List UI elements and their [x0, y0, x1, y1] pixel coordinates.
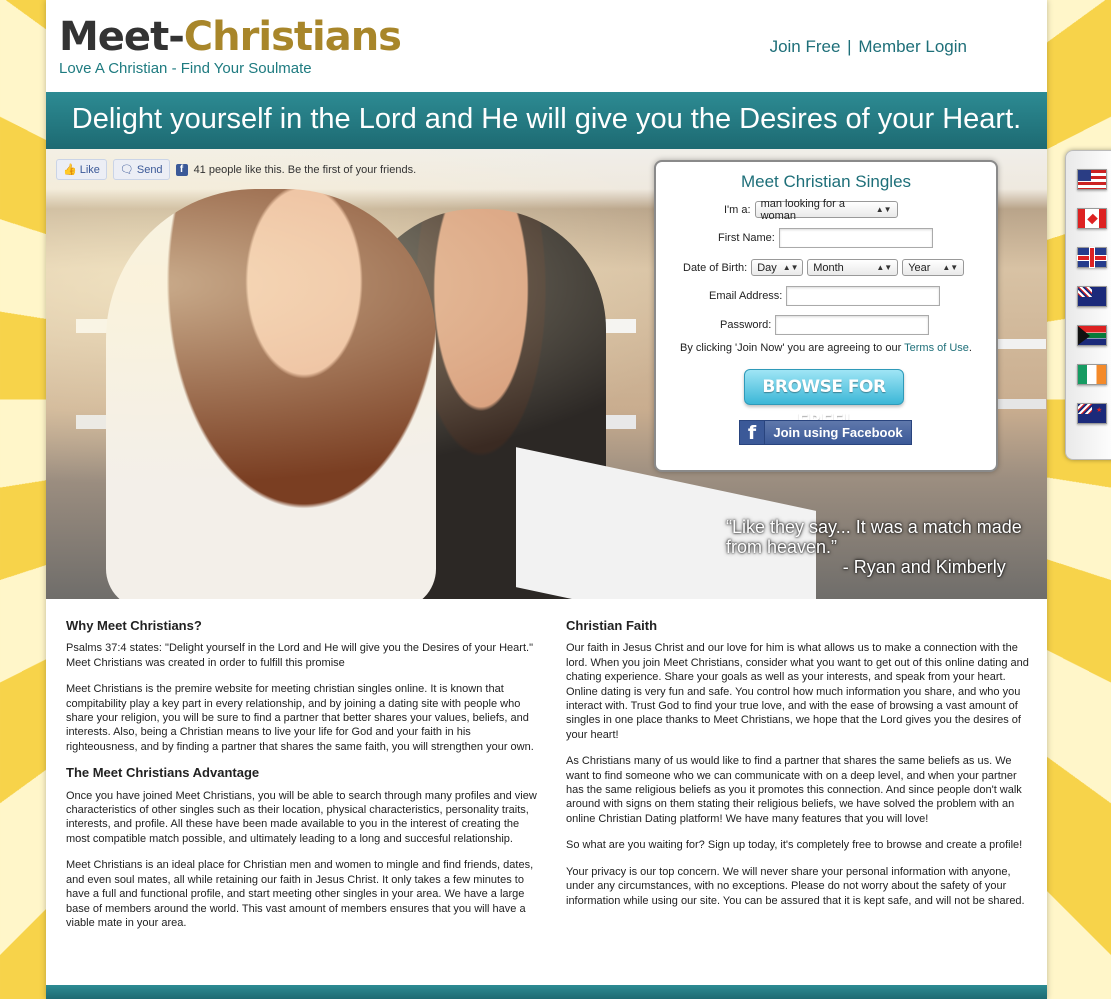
- password-row: Password:: [720, 315, 930, 335]
- terms-notice: By clicking 'Join Now' you are agreeing …: [656, 342, 996, 354]
- terms-of-use-link[interactable]: Terms of Use: [904, 342, 969, 354]
- first-name-label: First Name:: [718, 232, 775, 244]
- day-select[interactable]: Day ▲▼: [751, 259, 804, 276]
- quote-author: - Ryan and Kimberly: [842, 557, 1006, 577]
- footer-bar: [46, 985, 1047, 999]
- gender-select-value: man looking for a woman: [760, 197, 845, 222]
- email-row: Email Address:: [709, 286, 941, 306]
- thumbs-up-icon: 👍: [63, 164, 77, 176]
- select-arrow-icon: ▲▼: [876, 263, 893, 272]
- south-africa-flag-icon[interactable]: [1077, 325, 1107, 346]
- facebook-like-bar: 👍 Like 🗨 Send f 41 people like this. Be …: [56, 159, 416, 180]
- gender-select[interactable]: man looking for a woman ▲▼: [754, 198, 898, 222]
- day-select-value: Day: [757, 261, 777, 274]
- like-count-text: 41 people like this. Be the first of you…: [193, 163, 417, 176]
- content-section: Why Meet Christians? Psalms 37:4 states:…: [46, 599, 1047, 985]
- signup-form: Meet Christian Singles I'm a: man lookin…: [654, 160, 998, 472]
- faith-heading: Christian Faith: [566, 618, 658, 633]
- select-arrow-icon: ▲▼: [942, 263, 959, 272]
- advantage-paragraph-2: Meet Christians is an ideal place for Ch…: [66, 859, 534, 929]
- faith-paragraph-2: As Christians many of us would like to f…: [566, 755, 1022, 825]
- new-zealand-flag-icon[interactable]: [1077, 403, 1107, 424]
- first-name-input[interactable]: [778, 228, 933, 248]
- select-arrow-icon: ▲▼: [875, 205, 892, 214]
- dob-label: Date of Birth:: [683, 261, 748, 274]
- australia-flag-icon[interactable]: [1077, 286, 1107, 307]
- password-label: Password:: [720, 319, 772, 331]
- canada-flag-icon[interactable]: [1077, 208, 1107, 229]
- month-select-value: Month: [813, 261, 844, 274]
- email-input[interactable]: [786, 286, 941, 306]
- member-login-link[interactable]: Member Login: [858, 37, 967, 56]
- site-logo[interactable]: Meet-Christians: [59, 14, 402, 60]
- like-label: Like: [79, 163, 100, 176]
- facebook-icon: f: [740, 421, 765, 444]
- headline-banner: Delight yourself in the Lord and He will…: [46, 92, 1047, 149]
- im-a-label: I'm a:: [724, 203, 751, 216]
- quote-line-1: “Like they say... It was a match made: [726, 517, 1022, 537]
- join-facebook-label: Join using Facebook: [773, 425, 903, 440]
- why-paragraph-2: Meet Christians is the premire website f…: [66, 683, 534, 753]
- signup-title: Meet Christian Singles: [740, 172, 912, 191]
- uk-flag-icon[interactable]: [1077, 247, 1107, 268]
- speech-bubble-icon: 🗨: [119, 164, 134, 176]
- dob-row: Date of Birth: Day ▲▼ Month ▲▼ Year ▲▼: [683, 259, 965, 276]
- header-links: Join Free | Member Login: [770, 37, 967, 57]
- facebook-send-button[interactable]: 🗨 Send: [112, 159, 170, 180]
- logo-christians: Christians: [183, 14, 402, 60]
- faith-paragraph-1: Our faith in Jesus Christ and our love f…: [566, 642, 1029, 741]
- page-container: Meet-Christians Love A Christian - Find …: [46, 0, 1047, 999]
- logo-dash: -: [168, 14, 185, 60]
- terms-prefix: By clicking 'Join Now' you are agreeing …: [680, 342, 902, 354]
- site-header: Meet-Christians Love A Christian - Find …: [46, 0, 1047, 92]
- why-heading: Why Meet Christians?: [66, 618, 202, 633]
- site-tagline: Love A Christian - Find Your Soulmate: [59, 60, 312, 77]
- faith-paragraph-3: So what are you waiting for? Sign up tod…: [566, 839, 1023, 852]
- testimonial-quote: “Like they say... It was a match made fr…: [726, 517, 1022, 577]
- password-input[interactable]: [775, 315, 930, 335]
- join-facebook-button[interactable]: f Join using Facebook: [739, 420, 912, 445]
- browse-for-free-button[interactable]: BROWSE FOR FREE!: [744, 369, 904, 431]
- select-arrow-icon: ▲▼: [782, 263, 799, 272]
- us-flag-icon[interactable]: [1077, 169, 1107, 190]
- advantage-heading: The Meet Christians Advantage: [66, 765, 260, 781]
- faith-paragraph-4: Your privacy is our top concern. We will…: [566, 865, 1025, 907]
- facebook-like-button[interactable]: 👍 Like: [56, 159, 107, 180]
- year-select-value: Year: [908, 261, 931, 274]
- right-column: Christian Faith Our faith in Jesus Chris…: [566, 618, 1036, 920]
- email-label: Email Address:: [709, 290, 783, 302]
- send-label: Send: [136, 163, 163, 176]
- link-separator: |: [847, 37, 852, 56]
- facebook-icon: f: [175, 163, 188, 176]
- join-free-link[interactable]: Join Free: [770, 37, 841, 56]
- terms-suffix: .: [968, 342, 972, 354]
- year-select[interactable]: Year ▲▼: [902, 259, 965, 276]
- country-flag-panel: [1065, 150, 1111, 460]
- left-column: Why Meet Christians? Psalms 37:4 states:…: [66, 618, 538, 942]
- ireland-flag-icon[interactable]: [1077, 364, 1107, 385]
- logo-meet: Meet: [59, 14, 169, 60]
- quote-line-2: from heaven.”: [726, 537, 838, 557]
- why-paragraph-1: Psalms 37:4 states: "Delight yourself in…: [66, 642, 533, 669]
- gender-row: I'm a: man looking for a woman ▲▼: [724, 198, 898, 222]
- month-select[interactable]: Month ▲▼: [807, 259, 899, 276]
- advantage-paragraph-1: Once you have joined Meet Christians, yo…: [66, 789, 537, 845]
- first-name-row: First Name:: [718, 228, 933, 248]
